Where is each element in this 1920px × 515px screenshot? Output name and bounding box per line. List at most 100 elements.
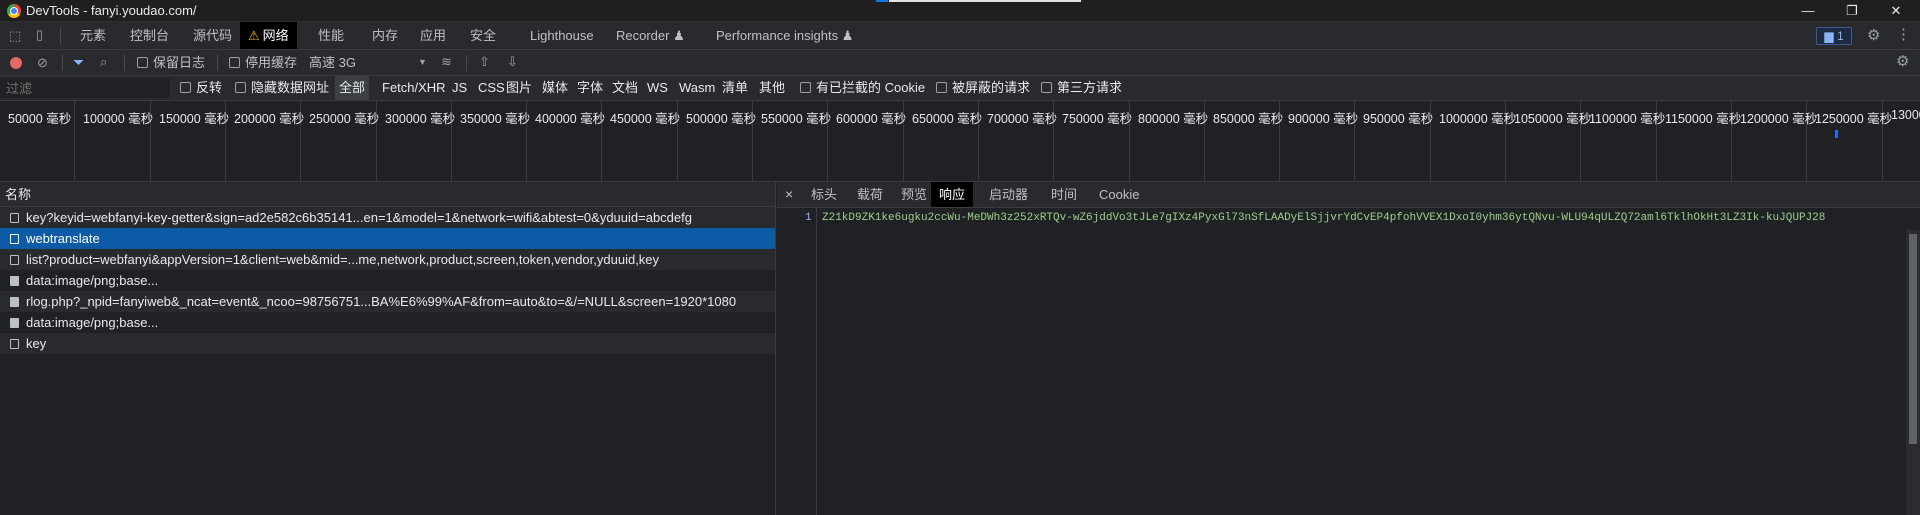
- tab-1[interactable]: 控制台: [122, 22, 177, 49]
- image-file-icon: [10, 318, 19, 328]
- issues-badge[interactable]: ▆ 1: [1816, 27, 1852, 45]
- window-titlebar: DevTools - fanyi.youdao.com/ — ❐ ✕: [0, 0, 1920, 22]
- document-file-icon: [10, 234, 19, 244]
- blocked-requests-checkbox[interactable]: 被屏蔽的请求: [936, 76, 1030, 100]
- type-filter-5[interactable]: 媒体: [538, 76, 572, 100]
- request-row[interactable]: key?keyid=webfanyi-key-getter&sign=ad2e5…: [0, 207, 775, 228]
- invert-checkbox[interactable]: 反转: [180, 76, 222, 100]
- type-filter-6[interactable]: 字体: [573, 76, 607, 100]
- detail-tab-3[interactable]: 响应: [931, 182, 974, 207]
- request-name: list?product=webfanyi&appVersion=1&clien…: [26, 252, 660, 267]
- tab-label: Lighthouse: [530, 28, 594, 43]
- network-conditions-icon[interactable]: ≋: [441, 55, 452, 68]
- document-file-icon: [10, 339, 19, 349]
- close-window-icon[interactable]: ✕: [1884, 1, 1908, 21]
- request-row[interactable]: webtranslate: [0, 228, 775, 249]
- search-icon[interactable]: ⌕: [100, 55, 107, 68]
- tab-label: 安全: [470, 28, 497, 43]
- detail-tab-6[interactable]: Cookie: [1099, 182, 1139, 207]
- detail-tab-1[interactable]: 载荷: [857, 182, 883, 207]
- type-filter-10[interactable]: 清单: [718, 76, 752, 100]
- close-detail-icon[interactable]: ×: [785, 182, 793, 207]
- device-toolbar-icon[interactable]: ▯: [36, 28, 43, 41]
- tab-label: Performance insights ♟: [716, 28, 854, 43]
- request-list-panel: 名称 key?keyid=webfanyi-key-getter&sign=ad…: [0, 182, 776, 515]
- filter-input[interactable]: [0, 78, 170, 98]
- blocked-cookies-label: 有已拦截的 Cookie: [816, 80, 926, 95]
- preserve-log-checkbox[interactable]: 保留日志: [137, 50, 205, 75]
- settings-gear-icon[interactable]: ⚙: [1867, 28, 1880, 43]
- timeline-gridline: [0, 101, 1920, 181]
- tab-9[interactable]: Recorder ♟: [608, 22, 693, 49]
- third-party-checkbox[interactable]: 第三方请求: [1041, 76, 1122, 100]
- tab-label: 控制台: [130, 28, 170, 43]
- type-filter-1[interactable]: Fetch/XHR: [378, 76, 450, 100]
- tab-label: 性能: [318, 28, 345, 43]
- request-row[interactable]: data:image/png;base...: [0, 270, 775, 291]
- tab-4[interactable]: 性能: [310, 22, 352, 49]
- network-settings-icon[interactable]: ⚙: [1896, 54, 1909, 69]
- line-number: 1: [805, 212, 812, 224]
- checkbox-box: [800, 82, 811, 93]
- type-filter-2[interactable]: JS: [448, 76, 471, 100]
- tab-8[interactable]: Lighthouse: [522, 22, 602, 49]
- type-filter-11[interactable]: 其他: [755, 76, 789, 100]
- tab-2[interactable]: 源代码: [185, 22, 240, 49]
- blocked-cookies-checkbox[interactable]: 有已拦截的 Cookie: [800, 76, 925, 100]
- more-options-icon[interactable]: ⋮: [1896, 27, 1911, 42]
- minimize-icon[interactable]: —: [1796, 1, 1820, 21]
- hide-data-urls-checkbox[interactable]: 隐藏数据网址: [235, 76, 329, 100]
- tab-10[interactable]: Performance insights ♟: [708, 22, 861, 49]
- type-filter-4[interactable]: 图片: [502, 76, 536, 100]
- disable-cache-label: 停用缓存: [245, 55, 298, 70]
- toolbar-divider: [62, 55, 63, 71]
- record-icon[interactable]: [10, 57, 22, 69]
- import-har-icon[interactable]: ⇧: [479, 55, 490, 68]
- tab-0[interactable]: 元素: [72, 22, 114, 49]
- image-file-icon: [10, 297, 19, 307]
- request-row[interactable]: key: [0, 333, 775, 354]
- checkbox-box: [936, 82, 947, 93]
- type-filter-0[interactable]: 全部: [335, 76, 370, 100]
- checkbox-box: [235, 82, 246, 93]
- tab-label: 应用: [420, 28, 447, 43]
- tab-6[interactable]: 应用: [412, 22, 454, 49]
- timeline-overview[interactable]: 50000 毫秒 100000 毫秒 150000 毫秒 200000 毫秒 25000…: [0, 101, 1920, 182]
- detail-tab-2[interactable]: 预览: [901, 182, 927, 207]
- request-row[interactable]: rlog.php?_npid=fanyiweb&_ncat=event&_nco…: [0, 291, 775, 312]
- vertical-scrollbar[interactable]: [1906, 230, 1920, 515]
- request-row[interactable]: list?product=webfanyi&appVersion=1&clien…: [0, 249, 775, 270]
- toolbar-divider: [466, 55, 467, 71]
- blocked-requests-label: 被屏蔽的请求: [952, 80, 1031, 95]
- scrollbar-thumb[interactable]: [1909, 234, 1917, 444]
- type-filter-7[interactable]: 文档: [608, 76, 642, 100]
- hide-data-urls-label: 隐藏数据网址: [251, 80, 330, 95]
- tab-label: 元素: [80, 28, 107, 43]
- checkbox-box: [180, 82, 191, 93]
- detail-tab-5[interactable]: 时间: [1051, 182, 1077, 207]
- tab-5[interactable]: 内存: [364, 22, 406, 49]
- tab-3[interactable]: ⚠ 网络: [240, 22, 297, 49]
- request-name: key?keyid=webfanyi-key-getter&sign=ad2e5…: [26, 210, 692, 225]
- inspect-element-icon[interactable]: ⬚: [9, 29, 21, 42]
- request-name: data:image/png;base...: [26, 273, 159, 288]
- type-filter-8[interactable]: WS: [643, 76, 672, 100]
- filter-icon[interactable]: ⏷: [73, 55, 84, 69]
- type-filter-9[interactable]: Wasm: [675, 76, 719, 100]
- tab-7[interactable]: 安全: [462, 22, 504, 49]
- name-column-header[interactable]: 名称: [0, 182, 775, 207]
- throttling-select[interactable]: 高速 3G: [309, 50, 356, 75]
- dropdown-arrow-icon[interactable]: ▼: [418, 58, 427, 67]
- clear-icon[interactable]: ⊘: [37, 56, 48, 69]
- line-number-gutter: [777, 208, 817, 515]
- response-body[interactable]: Z21kD9ZK1ke6ugku2ccWu-MeDWh3z252xRTQv-wZ…: [822, 212, 1897, 224]
- toolbar-divider: [124, 55, 125, 71]
- export-har-icon[interactable]: ⇩: [507, 55, 518, 68]
- request-row[interactable]: data:image/png;base...: [0, 312, 775, 333]
- maximize-icon[interactable]: ❐: [1840, 1, 1864, 21]
- disable-cache-checkbox[interactable]: 停用缓存: [229, 50, 297, 75]
- warning-icon: ⚠: [248, 28, 260, 43]
- toolbar-divider: [217, 55, 218, 71]
- detail-tab-4[interactable]: 启动器: [989, 182, 1028, 207]
- detail-tab-0[interactable]: 标头: [811, 182, 837, 207]
